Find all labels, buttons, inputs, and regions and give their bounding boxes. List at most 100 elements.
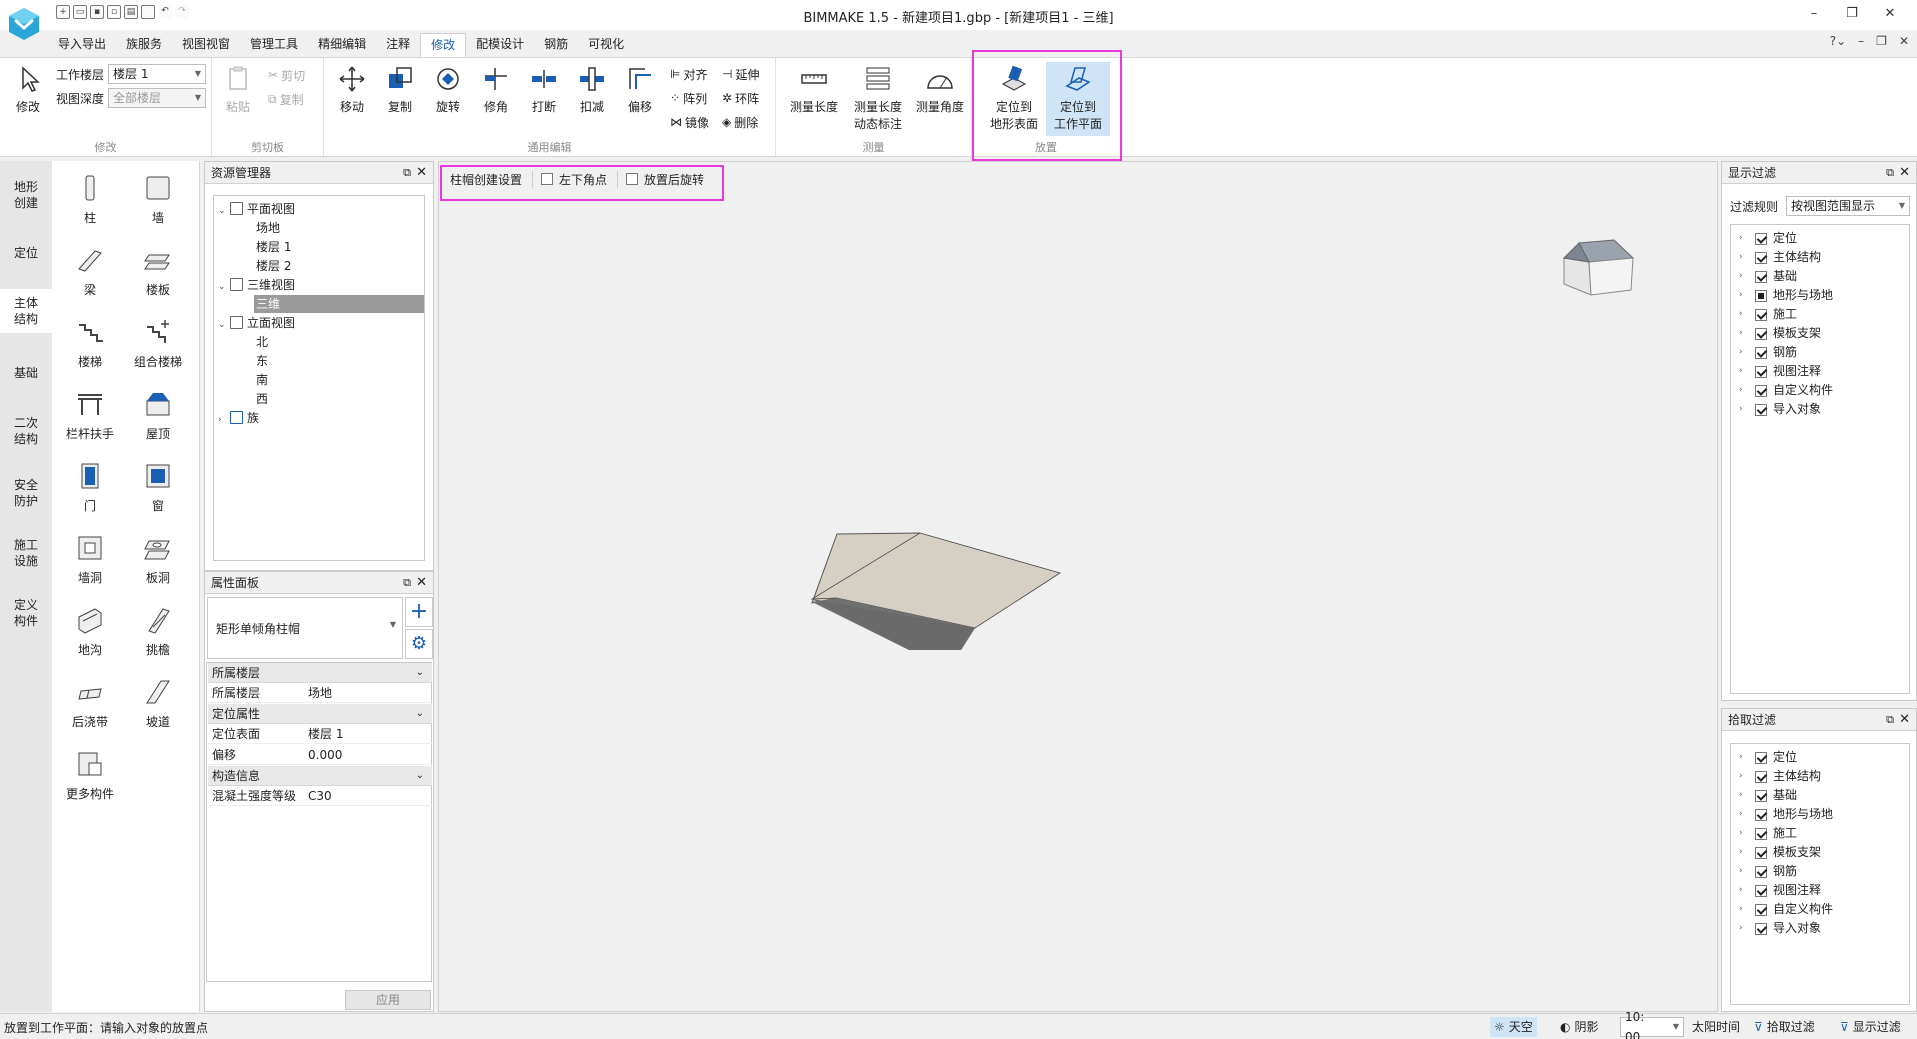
chevron-right-icon[interactable]: › bbox=[1739, 248, 1749, 267]
checkbox[interactable] bbox=[1755, 922, 1767, 935]
close-window-button[interactable]: ✕ bbox=[1871, 4, 1909, 24]
measure-angle-button[interactable]: 测量角度 bbox=[912, 64, 968, 115]
component-slab-hole[interactable]: 板洞 bbox=[124, 533, 192, 586]
component-slab[interactable]: 楼板 bbox=[124, 245, 192, 298]
close-icon[interactable]: ✕ bbox=[1899, 162, 1910, 184]
tab-modify[interactable]: 修改 bbox=[420, 33, 467, 57]
tree-node-floor-2[interactable]: 楼层 2 bbox=[256, 257, 291, 275]
checkbox[interactable] bbox=[1755, 365, 1767, 378]
paste-button[interactable]: 粘贴 bbox=[218, 64, 258, 115]
pick-filter-item[interactable]: › 导入对象 bbox=[1739, 919, 1821, 938]
category-custom-component[interactable]: 定义 构件 bbox=[0, 597, 52, 629]
pick-filter-item[interactable]: › 钢筋 bbox=[1739, 862, 1797, 881]
pick-filter-toggle[interactable]: ⊽ 拾取过滤 bbox=[1750, 1017, 1819, 1037]
component-column[interactable]: 柱 bbox=[56, 173, 124, 226]
pick-filter-item[interactable]: › 基础 bbox=[1739, 786, 1797, 805]
tree-node-3d[interactable]: 三维 bbox=[254, 295, 424, 313]
category-safety[interactable]: 安全 防护 bbox=[0, 477, 52, 509]
time-select[interactable]: 10: 00 ▼ bbox=[1620, 1010, 1684, 1039]
category-foundation[interactable]: 基础 bbox=[0, 365, 52, 381]
tree-node-elevation-views[interactable]: ⌄ 立面视图 bbox=[218, 314, 295, 332]
display-filter-item[interactable]: › 地形与场地 bbox=[1739, 286, 1833, 305]
chevron-right-icon[interactable]: › bbox=[1739, 267, 1749, 286]
tab-annotate[interactable]: 注释 bbox=[376, 33, 420, 57]
component-eave[interactable]: 挑檐 bbox=[124, 605, 192, 658]
tree-node-plan-views[interactable]: ⌄ 平面视图 bbox=[218, 200, 295, 218]
chevron-down-icon[interactable]: ⌄ bbox=[218, 202, 230, 220]
tab-view[interactable]: 视图视窗 bbox=[172, 33, 240, 57]
prop-section-positioning[interactable]: 定位属性 ⌄ bbox=[208, 704, 432, 724]
chevron-right-icon[interactable]: › bbox=[1739, 843, 1749, 862]
display-filter-item[interactable]: › 钢筋 bbox=[1739, 343, 1797, 362]
checkbox[interactable] bbox=[1755, 884, 1767, 897]
checkbox[interactable] bbox=[1755, 232, 1767, 245]
component-window[interactable]: 窗 bbox=[124, 461, 192, 514]
ring-array-button[interactable]: ✲ 环阵 bbox=[722, 88, 759, 108]
ribbon-restore-icon[interactable]: ❐ bbox=[1876, 34, 1887, 48]
view-depth-select[interactable]: 全部楼层 ▼ bbox=[108, 88, 206, 108]
chevron-right-icon[interactable]: › bbox=[1739, 748, 1749, 767]
pin-icon[interactable]: ⧉ bbox=[1886, 709, 1894, 731]
chevron-right-icon[interactable]: › bbox=[1739, 286, 1749, 305]
chevron-right-icon[interactable]: › bbox=[1739, 362, 1749, 381]
display-filter-item[interactable]: › 导入对象 bbox=[1739, 400, 1821, 419]
move-button[interactable]: 移动 bbox=[328, 64, 376, 115]
shadow-toggle[interactable]: ◐ 阴影 bbox=[1556, 1017, 1603, 1037]
prop-section-construction[interactable]: 构造信息 ⌄ bbox=[208, 766, 432, 786]
close-icon[interactable]: ✕ bbox=[1899, 709, 1910, 731]
chevron-right-icon[interactable]: › bbox=[1739, 919, 1749, 938]
deduct-button[interactable]: 扣减 bbox=[568, 64, 616, 115]
checkbox[interactable] bbox=[1755, 403, 1767, 416]
component-railing[interactable]: 栏杆扶手 bbox=[56, 389, 124, 442]
filter-rule-select[interactable]: 按视图范围显示 ▼ bbox=[1786, 196, 1910, 216]
pin-icon[interactable]: ⧉ bbox=[1886, 162, 1894, 184]
trim-button[interactable]: 修角 bbox=[472, 64, 520, 115]
chevron-right-icon[interactable]: › bbox=[1739, 881, 1749, 900]
checkbox[interactable] bbox=[1755, 827, 1767, 840]
ribbon-minimize-icon[interactable]: – bbox=[1858, 34, 1864, 48]
display-filter-item[interactable]: › 基础 bbox=[1739, 267, 1797, 286]
tree-node-site[interactable]: 场地 bbox=[256, 219, 280, 237]
tab-fine-edit[interactable]: 精细编辑 bbox=[308, 33, 376, 57]
rotate-button[interactable]: 旋转 bbox=[424, 64, 472, 115]
component-post-pour-strip[interactable]: 后浇带 bbox=[56, 677, 124, 730]
chevron-right-icon[interactable]: › bbox=[1739, 805, 1749, 824]
tab-visualize[interactable]: 可视化 bbox=[578, 33, 634, 57]
chevron-right-icon[interactable]: › bbox=[218, 411, 230, 429]
checkbox[interactable] bbox=[1755, 327, 1767, 340]
tab-rebar[interactable]: 钢筋 bbox=[534, 33, 578, 57]
component-trench[interactable]: 地沟 bbox=[56, 605, 124, 658]
modify-select-button[interactable]: 修改 bbox=[8, 64, 48, 115]
break-button[interactable]: 打断 bbox=[520, 64, 568, 115]
ribbon-close-icon[interactable]: ✕ bbox=[1899, 34, 1909, 48]
measure-length-button[interactable]: 测量长度 bbox=[786, 64, 842, 115]
chevron-right-icon[interactable]: › bbox=[1739, 824, 1749, 843]
checkbox[interactable] bbox=[1755, 346, 1767, 359]
tree-node-west[interactable]: 西 bbox=[256, 390, 268, 408]
display-filter-item[interactable]: › 定位 bbox=[1739, 229, 1797, 248]
checkbox[interactable] bbox=[1755, 289, 1767, 302]
minimize-button[interactable]: – bbox=[1795, 4, 1833, 24]
pick-filter-item[interactable]: › 模板支架 bbox=[1739, 843, 1821, 862]
extend-button[interactable]: ⊣ 延伸 bbox=[722, 64, 759, 84]
mirror-button[interactable]: ⋈ 镜像 bbox=[670, 112, 709, 132]
display-filter-item[interactable]: › 施工 bbox=[1739, 305, 1797, 324]
3d-viewport[interactable] bbox=[438, 161, 1718, 1012]
checkbox[interactable] bbox=[1755, 808, 1767, 821]
chevron-right-icon[interactable]: › bbox=[1739, 862, 1749, 881]
pick-filter-item[interactable]: › 视图注释 bbox=[1739, 881, 1821, 900]
tree-node-east[interactable]: 东 bbox=[256, 352, 268, 370]
pick-filter-item[interactable]: › 施工 bbox=[1739, 824, 1797, 843]
help-icon[interactable]: ?⌄ bbox=[1830, 34, 1846, 48]
checkbox[interactable] bbox=[1755, 903, 1767, 916]
checkbox[interactable] bbox=[1755, 846, 1767, 859]
category-construction-facility[interactable]: 施工 设施 bbox=[0, 537, 52, 569]
pick-filter-item[interactable]: › 地形与场地 bbox=[1739, 805, 1833, 824]
prop-row-position-surface[interactable]: 定位表面 楼层 1 bbox=[208, 724, 432, 744]
component-door[interactable]: 门 bbox=[56, 461, 124, 514]
component-wall-hole[interactable]: 墙洞 bbox=[56, 533, 124, 586]
close-icon[interactable]: ✕ bbox=[416, 162, 427, 184]
checkbox[interactable] bbox=[1755, 770, 1767, 783]
tree-node-family[interactable]: › 族 bbox=[218, 409, 259, 427]
display-filter-item[interactable]: › 模板支架 bbox=[1739, 324, 1821, 343]
